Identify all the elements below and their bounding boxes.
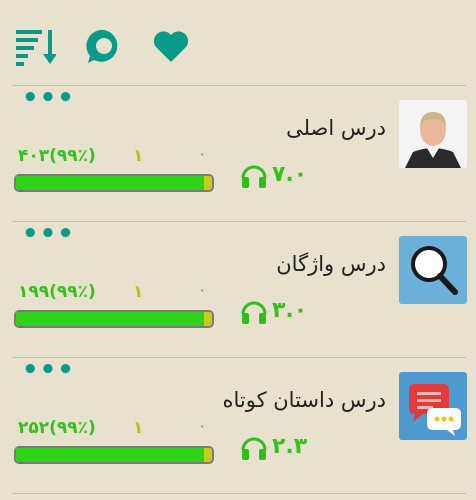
magnifier-icon — [399, 236, 467, 304]
more-options-icon[interactable]: ••• — [22, 221, 74, 247]
review-count: ۱ — [133, 146, 144, 166]
progress-fill — [16, 176, 205, 190]
progress-bar — [14, 310, 214, 328]
new-count: ۰ — [198, 416, 207, 435]
lesson-card[interactable]: ••• درس واژگان ۱۹۹(۹۹٪) ۱ ۰ ۳.۰ — [0, 221, 476, 358]
more-options-icon[interactable]: ••• — [22, 357, 74, 383]
new-count: ۰ — [198, 280, 207, 299]
lesson-thumbnail-portrait — [399, 100, 467, 168]
lesson-card[interactable]: ••• درس داستان کوتاه ۲۵۲(۹۹٪) ۱ ۰ ۲.۳ — [0, 357, 476, 494]
divider — [12, 493, 466, 494]
headphones-icon — [240, 298, 268, 326]
lesson-title: درس واژگان — [276, 252, 386, 276]
headphones-icon — [240, 434, 268, 462]
more-options-icon[interactable]: ••• — [22, 85, 74, 111]
sort-icon[interactable] — [16, 26, 56, 66]
progress-fill — [16, 312, 205, 326]
completed-count: ۱۹۹(۹۹٪) — [18, 282, 96, 302]
progress-bar — [14, 174, 214, 192]
toolbar — [0, 0, 476, 86]
review-count: ۱ — [133, 418, 144, 438]
audio-duration: ۳.۰ — [272, 298, 308, 323]
review-count: ۱ — [133, 282, 144, 302]
progress-remainder — [204, 312, 212, 326]
chat-bubbles-icon — [399, 372, 467, 440]
completed-count: ۲۵۲(۹۹٪) — [18, 418, 96, 438]
headphones-icon — [240, 162, 268, 190]
progress-remainder — [204, 448, 212, 462]
progress-remainder — [204, 176, 212, 190]
progress-bar — [14, 446, 214, 464]
new-count: ۰ — [198, 144, 207, 163]
progress-fill — [16, 448, 205, 462]
audio-duration: ۷.۰ — [272, 162, 308, 187]
lesson-title: درس داستان کوتاه — [222, 388, 386, 412]
chat-icon[interactable] — [84, 26, 124, 66]
heart-icon[interactable] — [151, 26, 191, 66]
lesson-title: درس اصلی — [286, 116, 386, 140]
lesson-card[interactable]: ••• درس اصلی ۴۰۳(۹۹٪) ۱ ۰ ۷.۰ — [0, 85, 476, 222]
audio-duration: ۲.۳ — [272, 434, 308, 459]
completed-count: ۴۰۳(۹۹٪) — [18, 146, 96, 166]
